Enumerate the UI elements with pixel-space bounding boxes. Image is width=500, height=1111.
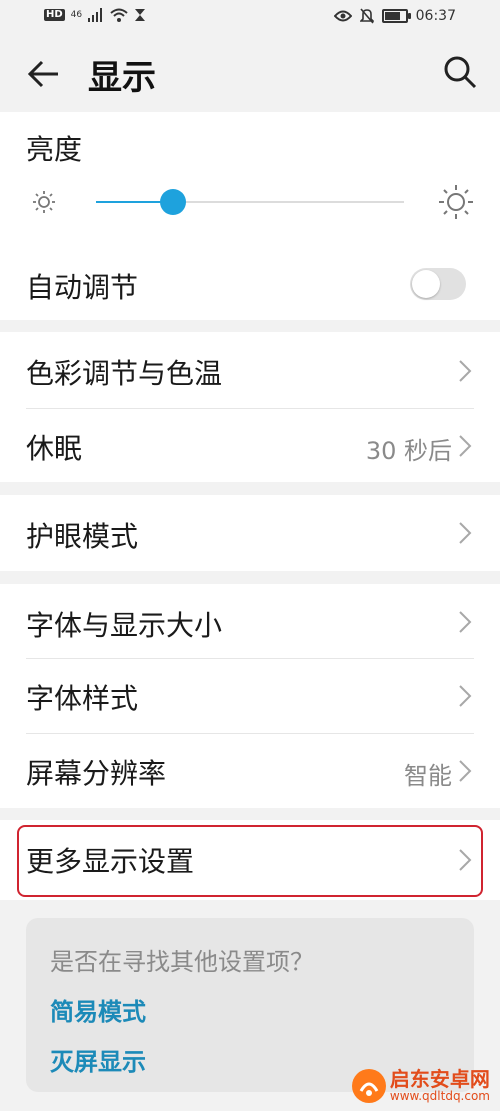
brightness-low-icon (33, 191, 55, 213)
font-style-label: 字体样式 (26, 682, 139, 715)
status-left-icons: HD 46 (44, 8, 146, 22)
wifi-icon (110, 8, 128, 22)
hourglass-icon (135, 9, 146, 21)
auto-adjust-toggle[interactable] (410, 268, 466, 300)
sleep-value: 30 秒后 (365, 437, 452, 465)
suggestion-link-simple-mode[interactable]: 简易模式 (50, 992, 146, 1027)
chevron-right-icon (459, 360, 472, 382)
back-arrow-icon[interactable] (24, 54, 64, 94)
signal-icon (88, 8, 103, 22)
toggle-knob (412, 270, 440, 298)
font-size-row[interactable]: 字体与显示大小 (0, 584, 500, 658)
chevron-right-icon (459, 760, 472, 782)
resolution-label: 屏幕分辨率 (26, 757, 167, 790)
chevron-right-icon (459, 522, 472, 544)
search-icon[interactable] (440, 52, 480, 92)
status-right-icons: 06:37 (333, 8, 456, 24)
brightness-high-icon (439, 185, 473, 219)
sleep-label: 休眠 (26, 432, 83, 465)
watermark: 启东安卓网 www.qdltdq.com (351, 1067, 490, 1104)
suggestion-question: 是否在寻找其他设置项？ (50, 948, 314, 976)
resolution-row[interactable]: 屏幕分辨率 智能 (0, 734, 500, 808)
sleep-row[interactable]: 休眠 30 秒后 (0, 409, 500, 482)
watermark-url: www.qdltdq.com (389, 1089, 490, 1104)
resolution-value: 智能 (404, 762, 452, 790)
suggestion-box: 是否在寻找其他设置项？ 简易模式 灭屏显示 (26, 918, 474, 1092)
chevron-right-icon (459, 685, 472, 707)
eye-comfort-label: 护眼模式 (26, 520, 139, 553)
page-title: 显示 (88, 58, 156, 98)
eye-comfort-row[interactable]: 护眼模式 (0, 495, 500, 571)
font-size-label: 字体与显示大小 (26, 609, 223, 642)
status-time: 06:37 (415, 8, 456, 24)
brightness-label: 亮度 (26, 133, 83, 166)
auto-adjust-label: 自动调节 (26, 271, 139, 304)
network-type: 46 (70, 10, 83, 20)
eye-icon (333, 10, 352, 22)
suggestion-link-aod[interactable]: 灭屏显示 (50, 1042, 146, 1077)
mute-icon (359, 8, 374, 24)
watermark-name: 启东安卓网 (389, 1067, 490, 1092)
brightness-slider-thumb[interactable] (160, 189, 186, 215)
app-header: 显示 (0, 36, 500, 112)
font-style-row[interactable]: 字体样式 (0, 659, 500, 733)
battery-icon (381, 9, 411, 23)
watermark-logo-icon (351, 1069, 386, 1103)
chevron-right-icon (459, 435, 472, 457)
highlight-box (17, 825, 483, 897)
hd-icon: HD (44, 9, 65, 21)
chevron-right-icon (459, 611, 472, 633)
auto-adjust-row[interactable]: 自动调节 (0, 250, 500, 320)
status-bar: HD 46 06:37 (0, 0, 500, 36)
color-temp-row[interactable]: 色彩调节与色温 (0, 334, 500, 408)
color-temp-label: 色彩调节与色温 (26, 357, 223, 390)
